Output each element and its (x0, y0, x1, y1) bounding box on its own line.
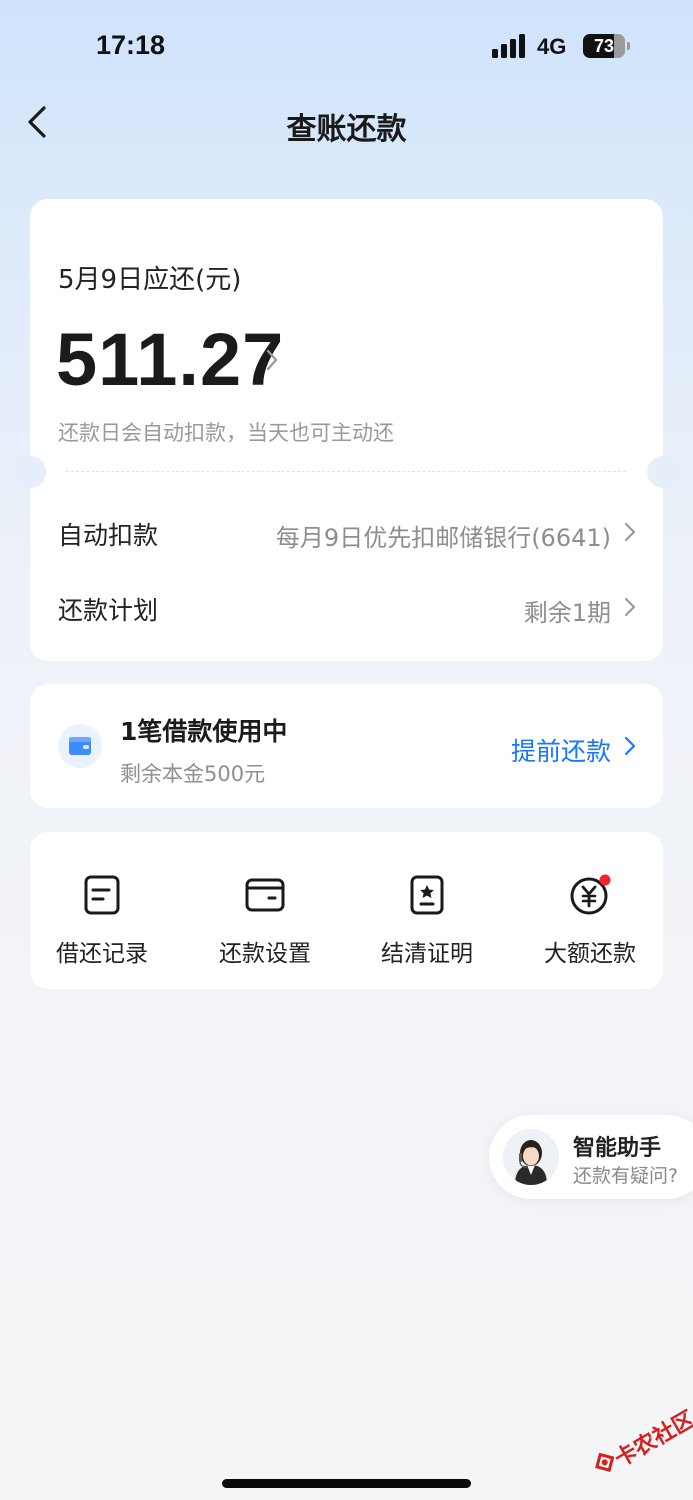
due-amount[interactable]: 511.27 (56, 317, 284, 402)
auto-debit-label: 自动扣款 (58, 521, 159, 550)
battery-level: 73 (593, 36, 615, 56)
loan-title: 1笔借款使用中 (120, 717, 288, 746)
watermark-logo: 卡农社区 (580, 1391, 693, 1493)
chevron-right-icon[interactable] (623, 734, 637, 758)
auto-debit-value: 每月9日优先扣邮储银行(6641) (275, 524, 611, 552)
tool-label: 结清证明 (381, 941, 473, 967)
chevron-right-icon (624, 522, 636, 542)
loan-remaining: 剩余本金500元 (120, 762, 266, 786)
prepay-button[interactable]: 提前还款 (511, 732, 611, 768)
certificate-icon (410, 875, 444, 915)
bill-card: 5月9日应还(元) 511.27 还款日会自动扣款，当天也可主动还 自动扣款 每… (30, 199, 663, 661)
repay-plan-value: 剩余1期 (523, 599, 611, 627)
assistant-title: 智能助手 (573, 1136, 662, 1161)
tool-settlement-proof[interactable]: 结清证明 (362, 868, 492, 968)
chevron-right-icon (266, 349, 278, 371)
wallet-icon (58, 724, 102, 768)
nav-bar: 查账还款 (0, 90, 693, 154)
ticket-notch-left (14, 456, 46, 488)
status-time: 17:18 (96, 30, 166, 60)
watermark-text: 卡农社区 (610, 1406, 693, 1473)
amount-detail-button[interactable] (262, 345, 282, 375)
network-type: 4G (537, 34, 567, 59)
page-title: 查账还款 (286, 112, 407, 147)
yuan-icon (570, 874, 611, 915)
assistant-button[interactable]: 智能助手 还款有疑问? (489, 1115, 693, 1199)
ticket-notch-right (647, 456, 679, 488)
assistant-subtitle: 还款有疑问? (573, 1165, 679, 1187)
repay-hint: 还款日会自动扣款，当天也可主动还 (58, 421, 394, 445)
chevron-right-icon (624, 597, 636, 617)
battery-icon: 73 (583, 34, 630, 58)
notification-dot (599, 874, 611, 886)
repay-plan-row[interactable]: 还款计划 剩余1期 (30, 577, 663, 637)
card-icon (245, 878, 285, 912)
tool-large-repay[interactable]: 大额还款 (525, 868, 655, 968)
divider (66, 471, 626, 472)
home-indicator[interactable] (222, 1479, 471, 1488)
assistant-avatar (503, 1129, 559, 1185)
status-bar: 17:18 4G 73 (0, 0, 693, 90)
repay-plan-label: 还款计划 (58, 596, 159, 625)
record-icon (84, 875, 120, 915)
auto-debit-row[interactable]: 自动扣款 每月9日优先扣邮储银行(6641) (30, 502, 663, 562)
tool-label: 大额还款 (544, 941, 636, 967)
tool-borrow-records[interactable]: 借还记录 (37, 868, 167, 968)
due-label: 5月9日应还(元) (58, 265, 242, 295)
tool-label: 借还记录 (56, 941, 148, 967)
tools-card: 借还记录 还款设置 结清证明 大额还款 (30, 832, 663, 989)
tool-repay-settings[interactable]: 还款设置 (200, 868, 330, 968)
loan-card: 1笔借款使用中 剩余本金500元 提前还款 (30, 684, 663, 808)
tool-label: 还款设置 (219, 941, 311, 967)
signal-icon (492, 34, 528, 58)
